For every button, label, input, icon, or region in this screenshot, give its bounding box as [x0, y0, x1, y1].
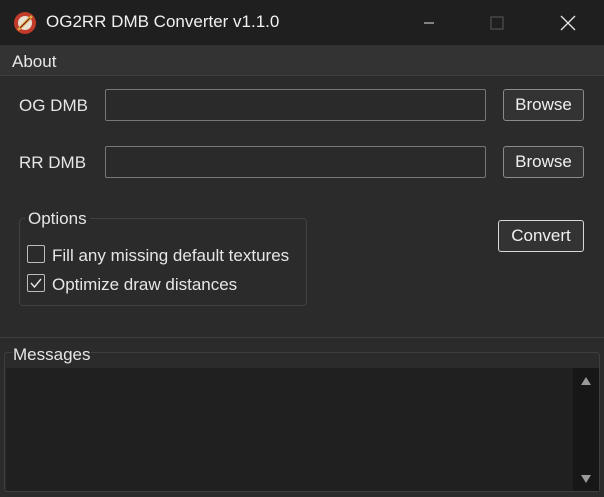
app-logo-icon	[13, 11, 37, 35]
minimize-button[interactable]	[406, 0, 452, 45]
scroll-down-button[interactable]	[573, 472, 599, 486]
checkmark-icon	[30, 278, 42, 289]
messages-scrollbar[interactable]	[573, 368, 599, 491]
maximize-icon	[490, 16, 504, 29]
close-icon	[560, 15, 576, 30]
rr-dmb-label: RR DMB	[19, 153, 87, 172]
options-legend: Options	[25, 209, 90, 229]
optimize-draw-checkbox[interactable]	[27, 274, 45, 292]
scroll-up-button[interactable]	[573, 374, 599, 388]
maximize-button[interactable]	[474, 0, 520, 45]
title-bar[interactable]: OG2RR DMB Converter v1.1.0	[0, 0, 604, 45]
minimize-icon	[424, 22, 434, 23]
fill-textures-label[interactable]: Fill any missing default textures	[52, 246, 289, 266]
rr-dmb-path-input[interactable]	[105, 146, 486, 178]
menu-bar: About	[0, 45, 604, 76]
fill-textures-checkbox[interactable]	[27, 245, 45, 263]
og-dmb-label: OG DMB	[19, 96, 88, 115]
messages-textarea[interactable]	[6, 368, 573, 491]
window-title: OG2RR DMB Converter v1.1.0	[46, 12, 280, 31]
optimize-draw-label[interactable]: Optimize draw distances	[52, 275, 237, 295]
triangle-down-icon	[581, 475, 591, 483]
close-button[interactable]	[545, 0, 591, 45]
og-dmb-browse-button[interactable]: Browse	[503, 89, 584, 121]
menu-item-about[interactable]: About	[12, 52, 56, 72]
convert-button[interactable]: Convert	[498, 220, 584, 252]
og-dmb-path-input[interactable]	[105, 89, 486, 121]
triangle-up-icon	[581, 377, 591, 385]
section-divider	[0, 337, 604, 338]
messages-legend: Messages	[12, 345, 92, 365]
rr-dmb-browse-button[interactable]: Browse	[503, 146, 584, 178]
